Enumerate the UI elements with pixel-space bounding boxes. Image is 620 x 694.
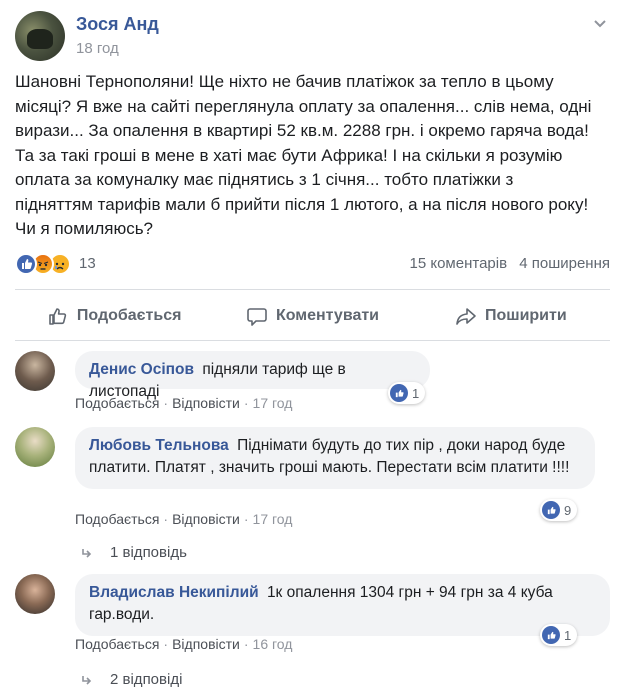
comment-meta: Подобається · Відповісти · 17 год [75, 395, 293, 411]
post-author-name[interactable]: Зося Анд [76, 14, 159, 35]
commenter-avatar[interactable] [15, 427, 55, 467]
comment-like-count[interactable]: 1 [388, 382, 426, 404]
speech-bubble-icon [247, 308, 267, 326]
commenter-name[interactable]: Денис Осіпов [89, 361, 194, 378]
author-avatar[interactable] [15, 11, 65, 61]
share-button[interactable]: Поширити [412, 296, 610, 336]
comment-like-count[interactable]: 9 [540, 499, 578, 521]
post-action-bar: Подобається Коментувати Поширити [15, 296, 610, 336]
like-count-value: 9 [564, 502, 572, 518]
comment-button-label: Коментувати [275, 307, 380, 324]
comment-reply-link[interactable]: Відповісти [172, 511, 240, 527]
replies-count: 1 відповідь [110, 544, 187, 561]
divider [15, 289, 610, 290]
like-reaction-icon [15, 253, 37, 275]
share-arrow-icon [456, 308, 476, 325]
comment-like-link[interactable]: Подобається [75, 511, 159, 527]
comment-meta: Подобається · Відповісти · 16 год [75, 636, 293, 652]
divider [15, 340, 610, 341]
comment-meta: Подобається · Відповісти · 17 год [75, 511, 293, 527]
reply-arrow-icon [82, 548, 92, 558]
share-button-label: Поширити [484, 307, 567, 324]
shares-count-link[interactable]: 4 поширення [519, 255, 610, 272]
comments-count-link[interactable]: 15 коментарів [410, 255, 508, 272]
like-icon [542, 626, 560, 644]
comment-item: Денис Осіпов підняли тариф ще в листопад… [15, 351, 610, 421]
comment-time[interactable]: 16 год [253, 636, 293, 652]
comment-reply-link[interactable]: Відповісти [172, 636, 240, 652]
like-button-label: Подобається [76, 307, 182, 324]
replies-count: 2 відповіді [110, 671, 183, 688]
commenter-name[interactable]: Владислав Некипілий [89, 584, 259, 601]
post-stats: 15 коментарів 4 поширення [410, 255, 611, 272]
like-count-value: 1 [412, 385, 420, 401]
comment-like-count[interactable]: 1 [540, 624, 578, 646]
like-icon [542, 501, 560, 519]
comment-like-link[interactable]: Подобається [75, 395, 159, 411]
comment-like-link[interactable]: Подобається [75, 636, 159, 652]
like-icon [390, 384, 408, 402]
comment-reply-link[interactable]: Відповісти [172, 395, 240, 411]
comment-item: Владислав Некипілий 1к опалення 1304 грн… [15, 574, 610, 664]
post-text: Шановні Тернополяни! Ще ніхто не бачив п… [15, 72, 592, 238]
commenter-name[interactable]: Любовь Тельнова [89, 437, 229, 454]
post-header: Зося Анд 18 год [15, 11, 608, 63]
like-button[interactable]: Подобається [15, 296, 213, 336]
reaction-count: 13 [79, 255, 96, 272]
commenter-avatar[interactable] [15, 351, 55, 391]
comment-time[interactable]: 17 год [253, 511, 293, 527]
comment-bubble: Владислав Некипілий 1к опалення 1304 грн… [75, 574, 610, 636]
comment-item: Любовь Тельнова Піднімати будуть до тих … [15, 427, 610, 537]
comment-bubble: Денис Осіпов підняли тариф ще в листопад… [75, 351, 430, 400]
thumbs-up-icon [49, 308, 67, 325]
reply-arrow-icon [82, 675, 92, 685]
like-count-value: 1 [564, 627, 572, 643]
commenter-avatar[interactable] [15, 574, 55, 614]
comment-bubble: Любовь Тельнова Піднімати будуть до тих … [75, 427, 595, 489]
chevron-down-icon[interactable] [592, 15, 608, 31]
post-timestamp[interactable]: 18 год [76, 40, 119, 57]
view-replies-link[interactable]: 2 відповіді [80, 671, 182, 688]
view-replies-link[interactable]: 1 відповідь [80, 544, 187, 561]
comment-time[interactable]: 17 год [253, 395, 293, 411]
comment-button[interactable]: Коментувати [213, 296, 411, 336]
